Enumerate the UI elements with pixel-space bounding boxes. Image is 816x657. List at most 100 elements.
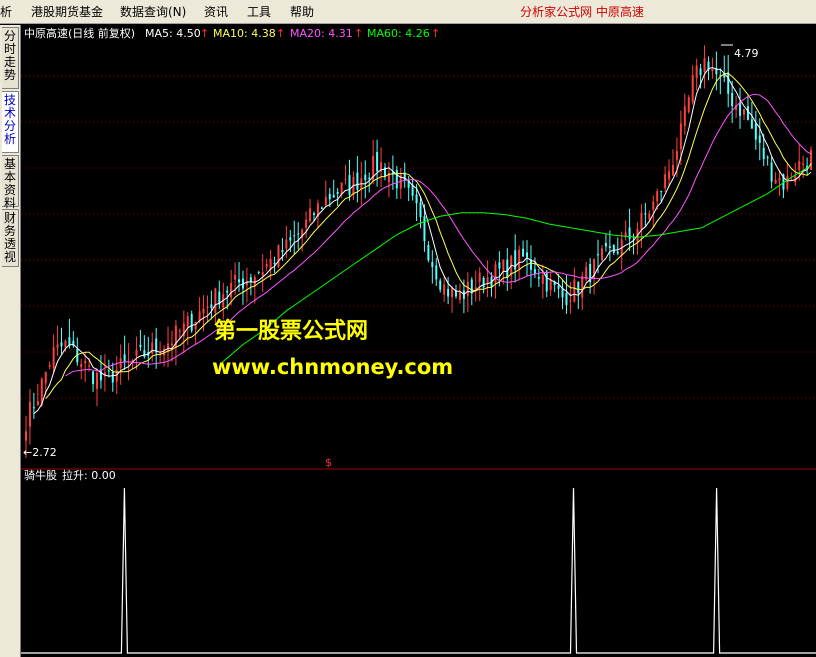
candle-body — [431, 262, 434, 268]
candle-body — [186, 316, 189, 328]
candle-body — [135, 349, 138, 357]
candle-body — [281, 249, 284, 253]
candle-body — [214, 288, 217, 313]
candle-body — [419, 202, 422, 218]
candle-body — [537, 277, 540, 279]
candle-body — [56, 344, 59, 348]
candle-body — [561, 288, 564, 298]
candle-body — [557, 285, 560, 289]
candle-body — [48, 365, 51, 367]
candle-body — [249, 277, 252, 282]
candle-body — [273, 262, 276, 264]
tab-technical-analysis[interactable]: 技术分析 — [2, 91, 19, 153]
candle-body — [518, 249, 521, 269]
candle-body — [336, 191, 339, 194]
candle-body — [439, 280, 442, 290]
candle-body — [139, 344, 142, 348]
candle-body — [277, 245, 280, 268]
candle-body — [198, 311, 201, 321]
candle-body — [226, 290, 229, 293]
candle-body — [644, 213, 647, 215]
candle-body — [36, 400, 39, 406]
candle-body — [348, 175, 351, 195]
candle-body — [170, 343, 173, 346]
candle-body — [123, 354, 126, 362]
candle-body — [695, 65, 698, 79]
candle-body — [494, 264, 497, 284]
candle-body — [435, 265, 438, 280]
candle-body — [309, 208, 312, 221]
menu-news[interactable]: 资讯 — [204, 4, 228, 20]
candle-body — [608, 246, 611, 248]
candle-body — [742, 109, 745, 115]
candle-body — [683, 106, 686, 127]
ma20-readout: MA20: 4.31 — [290, 27, 353, 40]
candle-body — [261, 271, 264, 276]
candle-body — [671, 164, 674, 176]
candle-body — [679, 123, 682, 150]
indicator-value: 拉升: 0.00 — [62, 469, 116, 482]
candle-body — [703, 58, 706, 73]
ma60-arrow: ↑ — [431, 27, 441, 40]
candle-body — [265, 264, 268, 267]
candle-body — [320, 207, 323, 210]
menu-analysis[interactable]: 分析 — [0, 4, 12, 20]
candle-body — [762, 147, 765, 160]
candle-body — [332, 194, 335, 198]
candle-body — [257, 271, 260, 273]
candle-body — [356, 172, 359, 190]
candle-body — [88, 365, 91, 367]
candle-body — [234, 274, 237, 280]
period-marker: $ — [325, 456, 332, 469]
candle-body — [458, 291, 461, 300]
ma20-arrow: ↑ — [354, 27, 364, 40]
menu-tools[interactable]: 工具 — [247, 4, 271, 20]
candle-body — [376, 152, 379, 172]
candle-body — [656, 191, 659, 202]
tab-basic-info[interactable]: 基本资料 — [2, 155, 19, 210]
candle-body — [616, 251, 619, 254]
candle-body — [230, 282, 233, 298]
candle-body — [727, 72, 730, 94]
menu-help[interactable]: 帮助 — [290, 4, 314, 20]
candle-body — [84, 360, 87, 364]
candle-body — [786, 175, 789, 189]
ma60-readout: MA60: 4.26 — [367, 27, 430, 40]
view-tab-sidebar: 分时走势 技术分析 基本资料 财务透视 — [0, 25, 21, 657]
candle-body — [111, 371, 114, 383]
candle-body — [612, 244, 615, 253]
candle-body — [395, 169, 398, 189]
candle-body — [210, 304, 213, 309]
candle-body — [368, 177, 371, 180]
candle-body — [711, 68, 714, 72]
candle-body — [305, 219, 308, 228]
site-stock-label: 分析家公式网 中原高速 — [520, 5, 644, 19]
candle-body — [427, 244, 430, 261]
candle-body — [522, 248, 525, 257]
candle-body — [754, 123, 757, 140]
indicator-name: 骑牛股 — [24, 469, 57, 482]
candle-body — [549, 279, 552, 291]
tab-financial[interactable]: 财务透视 — [2, 209, 19, 267]
candle-body — [107, 370, 110, 372]
candle-body — [687, 97, 690, 112]
candle-body — [269, 258, 272, 270]
candle-body — [573, 279, 576, 302]
tab-intraday[interactable]: 分时走势 — [2, 27, 19, 89]
price-title: 中原高速(日线 前复权) — [24, 27, 136, 40]
menu-data-query[interactable]: 数据查询(N) — [120, 4, 186, 20]
candle-body — [415, 194, 418, 204]
candle-body — [798, 161, 801, 171]
candle-body — [668, 171, 671, 180]
candle-body — [60, 342, 63, 347]
candle-body — [64, 340, 67, 348]
candle-body — [151, 342, 154, 354]
menu-hk-futures-funds[interactable]: 港股期货基金 — [31, 4, 103, 20]
candle-body — [628, 227, 631, 240]
candle-body — [664, 174, 667, 189]
kline-chart[interactable]: 4.79 ←2.72 $ — [21, 25, 816, 657]
candle-body — [206, 306, 209, 309]
candle-body — [498, 262, 501, 269]
ma20-line — [65, 93, 812, 377]
candle-body — [238, 279, 241, 283]
